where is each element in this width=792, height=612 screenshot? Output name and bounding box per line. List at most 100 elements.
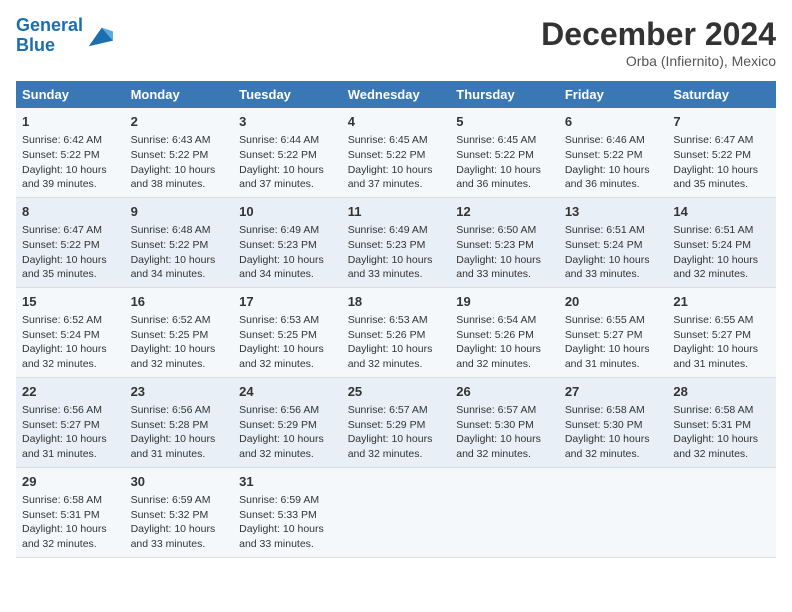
day-number: 20 [565,293,662,311]
day-info-line: Daylight: 10 hours [131,253,228,268]
day-info-line: Sunrise: 6:47 AM [673,133,770,148]
day-info-line: and 37 minutes. [239,177,336,192]
day-info-line: and 32 minutes. [673,267,770,282]
day-info-line: Daylight: 10 hours [565,342,662,357]
day-info-line: and 33 minutes. [131,537,228,552]
day-info-line: Daylight: 10 hours [239,253,336,268]
calendar-cell: 11Sunrise: 6:49 AMSunset: 5:23 PMDayligh… [342,197,451,287]
day-info-line: Daylight: 10 hours [239,163,336,178]
day-number: 21 [673,293,770,311]
day-number: 5 [456,113,553,131]
calendar-cell: 15Sunrise: 6:52 AMSunset: 5:24 PMDayligh… [16,287,125,377]
day-info-line: Sunset: 5:22 PM [239,148,336,163]
day-number: 7 [673,113,770,131]
day-number: 14 [673,203,770,221]
day-info-line: Sunrise: 6:47 AM [22,223,119,238]
day-info-line: Daylight: 10 hours [131,522,228,537]
calendar-cell: 4Sunrise: 6:45 AMSunset: 5:22 PMDaylight… [342,108,451,197]
column-header-thursday: Thursday [450,81,559,108]
day-info-line: Sunrise: 6:58 AM [22,493,119,508]
day-info-line: Daylight: 10 hours [673,163,770,178]
day-info-line: Sunrise: 6:49 AM [348,223,445,238]
day-info-line: Sunrise: 6:52 AM [131,313,228,328]
day-info-line: Daylight: 10 hours [348,253,445,268]
day-info-line: Daylight: 10 hours [239,522,336,537]
day-info-line: Sunrise: 6:56 AM [131,403,228,418]
day-number: 27 [565,383,662,401]
calendar-cell: 19Sunrise: 6:54 AMSunset: 5:26 PMDayligh… [450,287,559,377]
day-info-line: Sunset: 5:22 PM [348,148,445,163]
day-info-line: Sunrise: 6:51 AM [673,223,770,238]
day-info-line: Sunrise: 6:53 AM [348,313,445,328]
calendar-cell [342,467,451,557]
day-number: 6 [565,113,662,131]
calendar-cell: 1Sunrise: 6:42 AMSunset: 5:22 PMDaylight… [16,108,125,197]
day-info-line: and 32 minutes. [673,447,770,462]
logo-general: General [16,15,83,35]
day-info-line: and 36 minutes. [565,177,662,192]
day-info-line: Daylight: 10 hours [565,432,662,447]
calendar-cell: 13Sunrise: 6:51 AMSunset: 5:24 PMDayligh… [559,197,668,287]
day-info-line: Daylight: 10 hours [239,342,336,357]
column-header-sunday: Sunday [16,81,125,108]
day-info-line: Sunset: 5:31 PM [22,508,119,523]
calendar-cell: 22Sunrise: 6:56 AMSunset: 5:27 PMDayligh… [16,377,125,467]
day-number: 24 [239,383,336,401]
day-info-line: Sunrise: 6:45 AM [348,133,445,148]
calendar-cell: 3 Sunrise: 6:44 AMSunset: 5:22 PMDaylight… [233,108,342,197]
day-info-line: and 31 minutes. [22,447,119,462]
calendar-cell: 31Sunrise: 6:59 AMSunset: 5:33 PMDayligh… [233,467,342,557]
day-info-line: Sunset: 5:27 PM [673,328,770,343]
week-row-1: 1Sunrise: 6:42 AMSunset: 5:22 PMDaylight… [16,108,776,197]
day-info-line: and 32 minutes. [456,447,553,462]
day-info-line: Daylight: 10 hours [456,253,553,268]
calendar-cell: 5Sunrise: 6:45 AMSunset: 5:22 PMDaylight… [450,108,559,197]
day-info-line: and 36 minutes. [456,177,553,192]
day-info-line: and 32 minutes. [22,537,119,552]
column-header-tuesday: Tuesday [233,81,342,108]
day-info-line: Daylight: 10 hours [22,342,119,357]
calendar-cell: 29Sunrise: 6:58 AMSunset: 5:31 PMDayligh… [16,467,125,557]
day-number: 12 [456,203,553,221]
day-number: 19 [456,293,553,311]
day-number: 13 [565,203,662,221]
calendar-cell: 27Sunrise: 6:58 AMSunset: 5:30 PMDayligh… [559,377,668,467]
calendar-cell: 8Sunrise: 6:47 AMSunset: 5:22 PMDaylight… [16,197,125,287]
day-info-line: Sunrise: 6:58 AM [673,403,770,418]
day-info-line: Sunset: 5:26 PM [348,328,445,343]
day-info-line: Sunrise: 6:48 AM [131,223,228,238]
day-info-line: Sunrise: 6:55 AM [565,313,662,328]
day-info-line: Daylight: 10 hours [348,342,445,357]
day-info-line: Daylight: 10 hours [348,432,445,447]
title-block: December 2024 Orba (Infiernito), Mexico [541,16,776,69]
day-info-line: and 31 minutes. [673,357,770,372]
calendar-cell: 7Sunrise: 6:47 AMSunset: 5:22 PMDaylight… [667,108,776,197]
day-info-line: and 32 minutes. [456,357,553,372]
calendar-cell: 21Sunrise: 6:55 AMSunset: 5:27 PMDayligh… [667,287,776,377]
day-info-line: Sunrise: 6:59 AM [131,493,228,508]
day-info-line: Sunset: 5:31 PM [673,418,770,433]
day-info-line: and 33 minutes. [456,267,553,282]
day-info-line: and 33 minutes. [348,267,445,282]
day-number: 3 [239,113,336,131]
calendar-cell: 26Sunrise: 6:57 AMSunset: 5:30 PMDayligh… [450,377,559,467]
day-info-line: and 35 minutes. [673,177,770,192]
day-info-line: Daylight: 10 hours [22,522,119,537]
day-info-line: Sunset: 5:23 PM [239,238,336,253]
day-info-line: and 31 minutes. [131,447,228,462]
day-info-line: Daylight: 10 hours [673,253,770,268]
day-info-line: Daylight: 10 hours [456,342,553,357]
day-info-line: Sunset: 5:30 PM [456,418,553,433]
day-info-line: Daylight: 10 hours [456,432,553,447]
day-info-line: Sunrise: 6:53 AM [239,313,336,328]
day-info-line: Sunrise: 6:55 AM [673,313,770,328]
calendar-cell: 16Sunrise: 6:52 AMSunset: 5:25 PMDayligh… [125,287,234,377]
day-info-line: Daylight: 10 hours [348,163,445,178]
day-info-line: Sunset: 5:28 PM [131,418,228,433]
calendar-cell: 9Sunrise: 6:48 AMSunset: 5:22 PMDaylight… [125,197,234,287]
day-number: 28 [673,383,770,401]
day-info-line: Sunset: 5:22 PM [22,238,119,253]
day-info-line: Sunrise: 6:44 AM [239,133,336,148]
day-info-line: Sunrise: 6:46 AM [565,133,662,148]
logo: General Blue [16,16,113,56]
